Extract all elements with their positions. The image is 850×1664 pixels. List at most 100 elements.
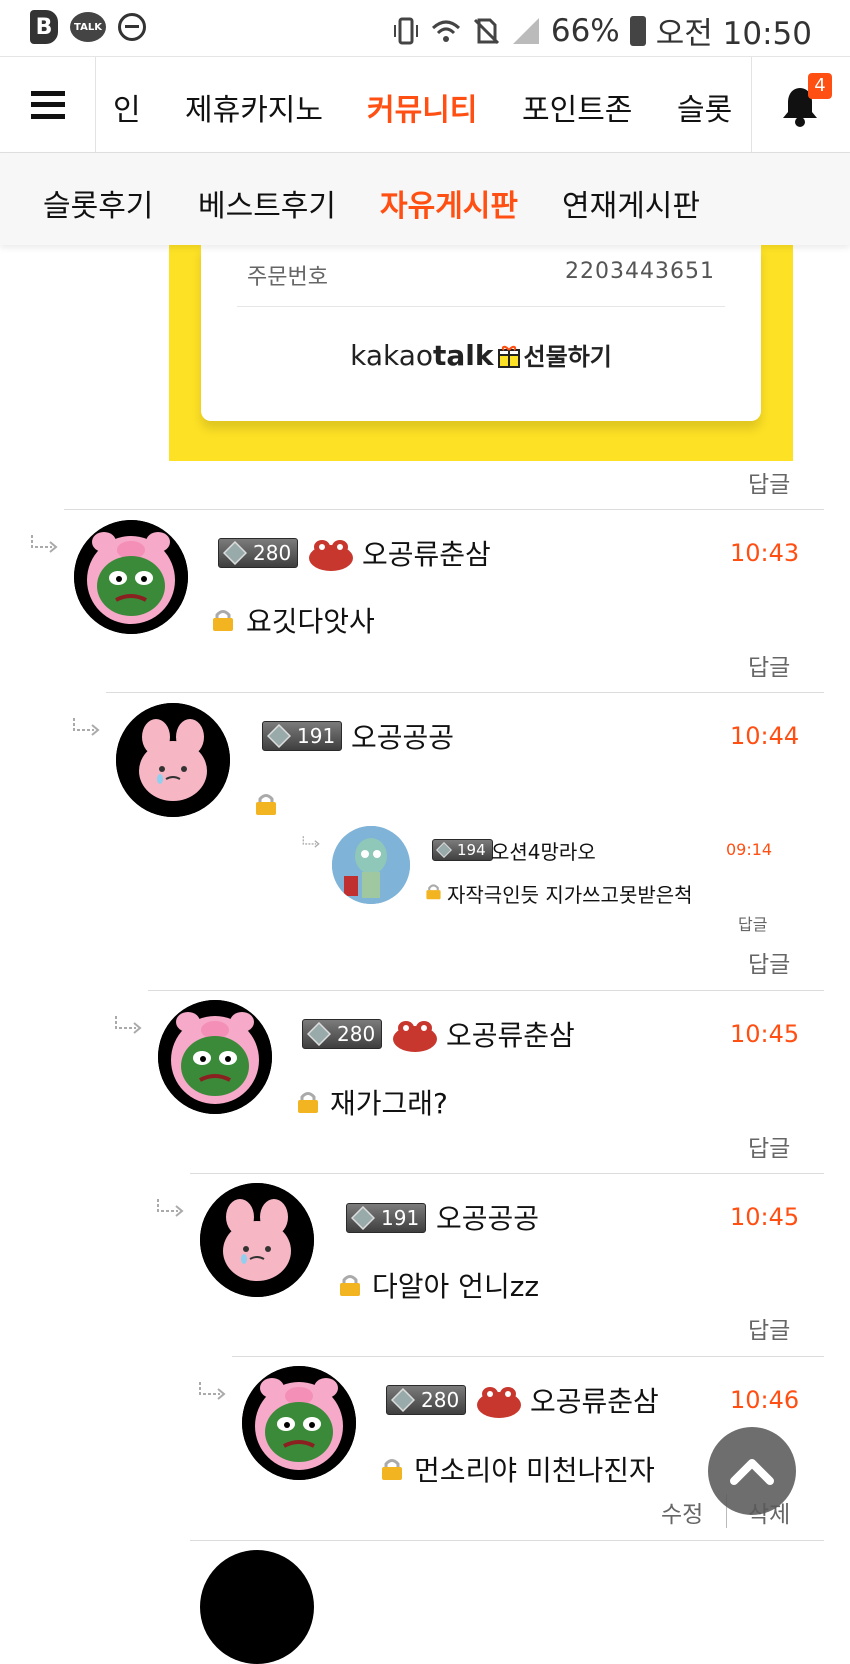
do-not-disturb-icon	[118, 13, 146, 41]
nav-tab-active[interactable]: 커뮤니티	[367, 85, 477, 129]
order-label: 주문번호	[247, 265, 328, 290]
reply-button[interactable]: 답글	[748, 1311, 790, 1345]
subnav-tab[interactable]: 연재게시판	[562, 181, 700, 225]
lock-icon	[256, 794, 276, 815]
comment-time: 10:44	[730, 722, 800, 750]
scroll-top-button[interactable]	[708, 1427, 796, 1515]
level-gem-icon	[391, 1388, 415, 1412]
level-badge: 280	[302, 1019, 383, 1049]
brand-kakao: kakao	[350, 339, 434, 372]
band-app-icon: B	[30, 10, 58, 44]
level-number: 194	[457, 841, 486, 859]
level-number: 280	[337, 1022, 376, 1046]
reply-button[interactable]: 답글	[748, 465, 790, 499]
lock-icon	[298, 1092, 318, 1113]
avatar[interactable]	[200, 1550, 314, 1664]
reply-arrow-icon	[73, 718, 100, 736]
battery-icon	[629, 15, 646, 46]
signal-icon	[512, 17, 539, 44]
comment-time: 10:43	[730, 539, 800, 567]
nickname: 오션4망라오	[491, 840, 596, 864]
reply-arrow-icon	[199, 1382, 226, 1400]
reply-arrow-icon	[302, 836, 320, 848]
lock-icon	[426, 884, 441, 900]
lock-icon	[382, 1459, 402, 1480]
nickname[interactable]: 오공류춘삼	[530, 1380, 659, 1420]
chevron-up-icon	[730, 1459, 774, 1485]
nav-tab[interactable]: 슬롯	[677, 85, 732, 129]
subnav-tab-active[interactable]: 자유게시판	[380, 181, 518, 225]
pepe-pig-avatar-icon	[158, 1000, 272, 1114]
nav-tab[interactable]: 인	[113, 85, 141, 129]
reply-button: 답글	[738, 915, 768, 934]
talk-label: TALK	[74, 21, 102, 33]
avatar[interactable]	[158, 1000, 272, 1114]
brand-gift: 선물하기	[523, 343, 612, 371]
order-number: 2203443651	[565, 259, 715, 284]
level-badge: 280	[386, 1385, 467, 1415]
pepe-pig-avatar-icon	[242, 1366, 356, 1480]
gift-box-icon	[497, 345, 520, 368]
avatar	[332, 826, 410, 904]
brand-talk: talk	[433, 339, 494, 372]
comment-text: 요깃다앗사	[246, 605, 375, 638]
reply-button[interactable]: 답글	[748, 648, 790, 682]
reply-button[interactable]: 답글	[748, 1129, 790, 1163]
reply-button[interactable]: 답글	[748, 945, 790, 979]
level-number: 280	[421, 1388, 460, 1412]
reply-arrow-icon	[157, 1199, 184, 1217]
lock-icon	[340, 1275, 360, 1296]
kakaotalk-gift-logo: kakaotalk 선물하기	[201, 337, 761, 372]
level-badge: 194	[432, 839, 493, 861]
comment-time: 09:14	[726, 840, 773, 859]
level-gem-icon	[267, 724, 291, 748]
level-gem-icon	[351, 1206, 375, 1230]
pink-bunny-avatar-icon	[200, 1183, 314, 1297]
hamburger-icon	[30, 90, 65, 119]
comment-text: 재가그래?	[330, 1087, 448, 1120]
status-bar: B TALK 66% 오전 10:50	[0, 0, 850, 56]
clock: 오전 10:50	[655, 16, 812, 52]
level-badge: 191	[346, 1203, 427, 1233]
divider	[148, 990, 824, 991]
level-gem-icon	[307, 1022, 331, 1046]
avatar[interactable]	[242, 1366, 356, 1480]
level-number: 191	[381, 1206, 420, 1230]
nav-tab[interactable]: 포인트존	[522, 85, 632, 129]
subnav-tab[interactable]: 슬롯후기	[43, 181, 153, 225]
subnav-tab[interactable]: 베스트후기	[198, 181, 336, 225]
avatar[interactable]	[200, 1183, 314, 1297]
divider	[64, 509, 824, 510]
divider	[106, 692, 824, 693]
vibrate-icon	[393, 17, 418, 44]
level-number: 191	[297, 724, 336, 748]
level-badge: 280	[218, 538, 299, 568]
pepe-pig-avatar-icon	[74, 520, 188, 634]
nav-tab[interactable]: 제휴카지노	[185, 85, 323, 129]
wifi-icon	[431, 20, 460, 42]
divider	[190, 1173, 824, 1174]
comment-text: 먼소리야 미천나진자	[414, 1454, 655, 1487]
battery-percent: 66%	[550, 12, 620, 49]
reply-arrow-icon	[115, 1016, 142, 1034]
divider	[237, 306, 725, 307]
edit-button[interactable]: 수정	[661, 1495, 703, 1529]
comment-text: 자작극인듯 지가쓰고못받은척	[447, 883, 693, 907]
level-gem-icon	[223, 541, 247, 565]
lock-icon	[213, 610, 233, 631]
level-badge: 191	[262, 721, 343, 751]
comment-time: 10:45	[730, 1020, 800, 1048]
nickname[interactable]: 오공류춘삼	[362, 533, 491, 573]
nickname[interactable]: 오공류춘삼	[446, 1014, 575, 1054]
frog-emoji-icon	[477, 1387, 521, 1418]
nickname[interactable]: 오공공공	[351, 716, 454, 756]
menu-button[interactable]	[0, 57, 96, 152]
avatar[interactable]	[116, 703, 230, 817]
nickname[interactable]: 오공공공	[436, 1197, 539, 1237]
avatar[interactable]	[74, 520, 188, 634]
main-nav: 인 제휴카지노 커뮤니티 포인트존 슬롯 4	[0, 56, 850, 153]
notification-button[interactable]: 4	[751, 57, 850, 152]
squidward-avatar-icon	[332, 826, 410, 904]
level-gem-icon	[436, 842, 452, 858]
divider	[190, 1540, 824, 1541]
